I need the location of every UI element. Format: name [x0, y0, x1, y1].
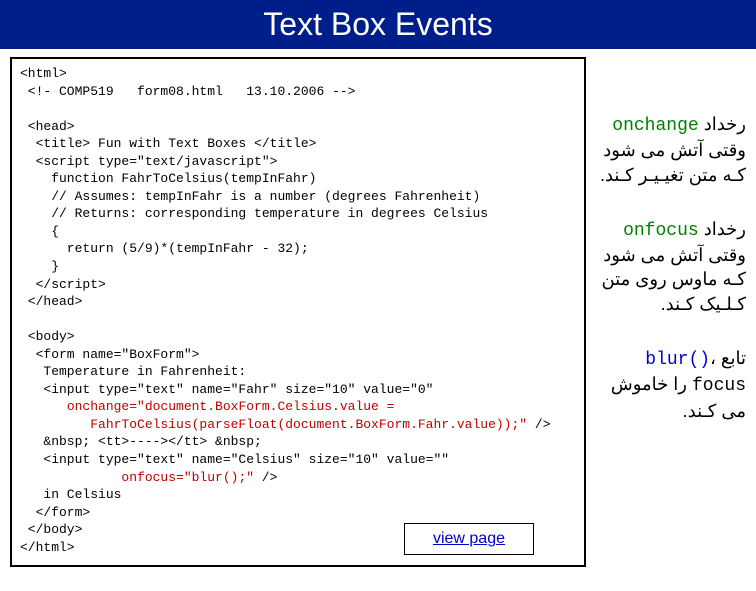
code-line: in Celsius: [20, 487, 121, 502]
code-highlight: onfocus="blur();": [121, 470, 254, 485]
code-line: <html>: [20, 66, 67, 81]
note-blur: تابع blur()، focus را خاموش می کـند.: [596, 346, 746, 423]
code-highlight: onchange="document.BoxForm.Celsius.value…: [67, 399, 395, 414]
code-line: <head>: [20, 119, 75, 134]
side-notes: رخداد onchange وقتی آتش می شود کـه متن ت…: [596, 57, 746, 577]
code-line: return (5/9)*(tempInFahr - 32);: [20, 241, 309, 256]
code-line: <title> Fun with Text Boxes </title>: [20, 136, 316, 151]
code-highlight: FahrToCelsius(parseFloat(document.BoxFor…: [20, 417, 527, 432]
note-text: وقتی آتش می شود کـه ماوس روی متن کـلـیک …: [601, 245, 746, 314]
code-line: }: [20, 259, 59, 274]
note-text: رخداد: [699, 114, 746, 134]
code-line: <body>: [20, 329, 75, 344]
code-line: <script type="text/javascript">: [20, 154, 277, 169]
code-line: </html>: [20, 540, 75, 555]
code-line: />: [527, 417, 550, 432]
code-line: [20, 470, 121, 485]
keyword-blur: blur(): [645, 350, 710, 370]
code-line: <input type="text" name="Fahr" size="10"…: [20, 382, 433, 397]
note-text: رخداد: [699, 219, 746, 239]
code-line: // Returns: corresponding temperature in…: [20, 206, 488, 221]
code-line: [20, 399, 67, 414]
content-area: <html> <!- COMP519 form08.html 13.10.200…: [0, 49, 756, 577]
code-line: &nbsp; <tt>----></tt> &nbsp;: [20, 434, 262, 449]
note-onfocus: رخداد onfocus وقتی آتش می شود کـه ماوس ر…: [596, 217, 746, 316]
code-line: {: [20, 224, 59, 239]
view-page-link[interactable]: view page: [404, 523, 534, 555]
slide: Text Box Events <html> <!- COMP519 form0…: [0, 0, 756, 576]
code-line: Temperature in Fahrenheit:: [20, 364, 246, 379]
note-onchange: رخداد onchange وقتی آتش می شود کـه متن ت…: [596, 112, 746, 187]
code-line: // Assumes: tempInFahr is a number (degr…: [20, 189, 480, 204]
code-box: <html> <!- COMP519 form08.html 13.10.200…: [10, 57, 586, 567]
code-line: function FahrToCelsius(tempInFahr): [20, 171, 316, 186]
code-line: <!- COMP519 form08.html 13.10.2006 -->: [20, 84, 355, 99]
code-line: <form name="BoxForm">: [20, 347, 199, 362]
code-line: </form>: [20, 505, 90, 520]
note-text: تابع: [716, 348, 746, 368]
code-line: <input type="text" name="Celsius" size="…: [20, 452, 449, 467]
code-line: </body>: [20, 522, 82, 537]
code-line: />: [254, 470, 277, 485]
note-text: وقتی آتش می شود کـه متن تغیـیـر کـند.: [600, 140, 746, 184]
keyword-onchange: onchange: [612, 116, 698, 136]
code-line: </head>: [20, 294, 82, 309]
slide-title: Text Box Events: [0, 0, 756, 49]
keyword-onfocus: onfocus: [623, 221, 699, 241]
keyword-focus: focus: [692, 376, 746, 396]
code-line: </script>: [20, 277, 106, 292]
